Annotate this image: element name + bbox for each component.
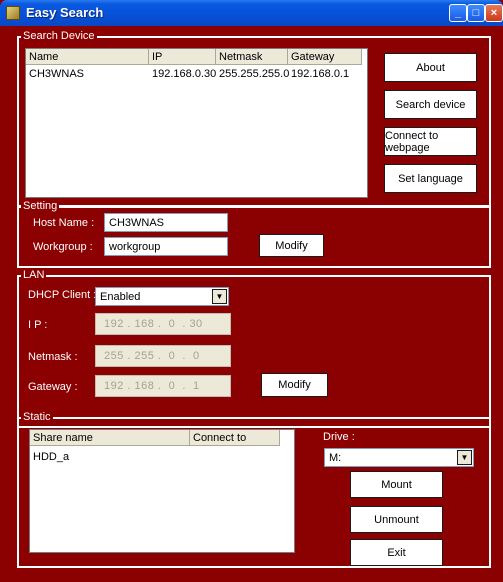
close-button[interactable]: × [485, 4, 503, 22]
column-connect-to[interactable]: Connect to [190, 430, 280, 446]
static-group-label: Static [21, 411, 53, 424]
minimize-button[interactable]: _ [449, 4, 467, 22]
column-share-name[interactable]: Share name [30, 430, 190, 446]
exit-button[interactable]: Exit [350, 539, 443, 566]
lan-modify-button[interactable]: Modify [261, 373, 328, 397]
lan-group: LAN DHCP Client : Enabled ▼ I P : 192 . … [17, 269, 491, 428]
workgroup-field[interactable]: workgroup [104, 237, 228, 256]
workgroup-label: Workgroup : [33, 241, 93, 253]
title-bar[interactable]: Easy Search _ □ × [0, 0, 503, 26]
maximize-button[interactable]: □ [467, 4, 485, 22]
setting-group-label: Setting [21, 200, 60, 213]
gateway-label: Gateway : [28, 381, 78, 393]
drive-label: Drive : [323, 431, 355, 443]
app-icon [6, 6, 20, 20]
share-list[interactable]: Share name Connect to HDD_a [29, 429, 295, 553]
share-name: HDD_a [33, 451, 70, 463]
device-list-header: Name IP Netmask Gateway [26, 49, 362, 65]
netmask-label: Netmask : [28, 351, 78, 363]
ip-label: I P : [28, 319, 48, 331]
chevron-down-icon[interactable]: ▼ [212, 289, 227, 304]
set-language-button[interactable]: Set language [384, 164, 477, 193]
share-list-header: Share name Connect to [30, 430, 280, 446]
column-netmask[interactable]: Netmask [216, 49, 288, 65]
column-gateway[interactable]: Gateway [288, 49, 362, 65]
dhcp-client-value: Enabled [100, 291, 141, 303]
drive-value: M: [329, 452, 342, 464]
netmask-field[interactable]: 255 . 255 . 0 . 0 [95, 345, 231, 367]
dhcp-client-label: DHCP Client : [28, 289, 97, 301]
setting-group: Setting Host Name : CH3WNAS Workgroup : … [17, 200, 491, 268]
table-row[interactable]: CH3WNAS 192.168.0.30 255.255.255.0 192.1… [26, 67, 362, 81]
setting-modify-button[interactable]: Modify [259, 234, 324, 257]
column-ip[interactable]: IP [149, 49, 216, 65]
lan-group-label: LAN [21, 269, 47, 282]
mount-button[interactable]: Mount [350, 471, 443, 498]
unmount-button[interactable]: Unmount [350, 506, 443, 533]
search-device-button[interactable]: Search device [384, 90, 477, 119]
table-row[interactable]: HDD_a [30, 450, 280, 464]
search-device-group: Search Device Name IP Netmask Gateway CH… [17, 30, 491, 207]
static-group: Static Share name Connect to HDD_a Drive… [17, 411, 491, 568]
device-netmask: 255.255.255.0 [219, 68, 290, 80]
device-list[interactable]: Name IP Netmask Gateway CH3WNAS 192.168.… [25, 48, 368, 198]
share-connect-to [190, 450, 280, 464]
window-client: Search Device Name IP Netmask Gateway CH… [4, 26, 499, 578]
search-device-group-label: Search Device [21, 30, 97, 43]
device-name: CH3WNAS [29, 68, 85, 80]
gateway-field[interactable]: 192 . 168 . 0 . 1 [95, 375, 231, 397]
chevron-down-icon[interactable]: ▼ [457, 450, 472, 465]
connect-webpage-button[interactable]: Connect to webpage [384, 127, 477, 156]
ip-address-field[interactable]: 192 . 168 . 0 . 30 [95, 313, 231, 335]
window-title: Easy Search [26, 5, 104, 20]
dhcp-client-select[interactable]: Enabled ▼ [95, 287, 229, 306]
device-gateway: 192.168.0.1 [291, 68, 350, 80]
host-name-field[interactable]: CH3WNAS [104, 213, 228, 232]
device-ip: 192.168.0.30 [152, 68, 217, 80]
about-button[interactable]: About [384, 53, 477, 82]
column-name[interactable]: Name [26, 49, 149, 65]
drive-select[interactable]: M: ▼ [324, 448, 474, 467]
host-name-label: Host Name : [33, 217, 95, 229]
